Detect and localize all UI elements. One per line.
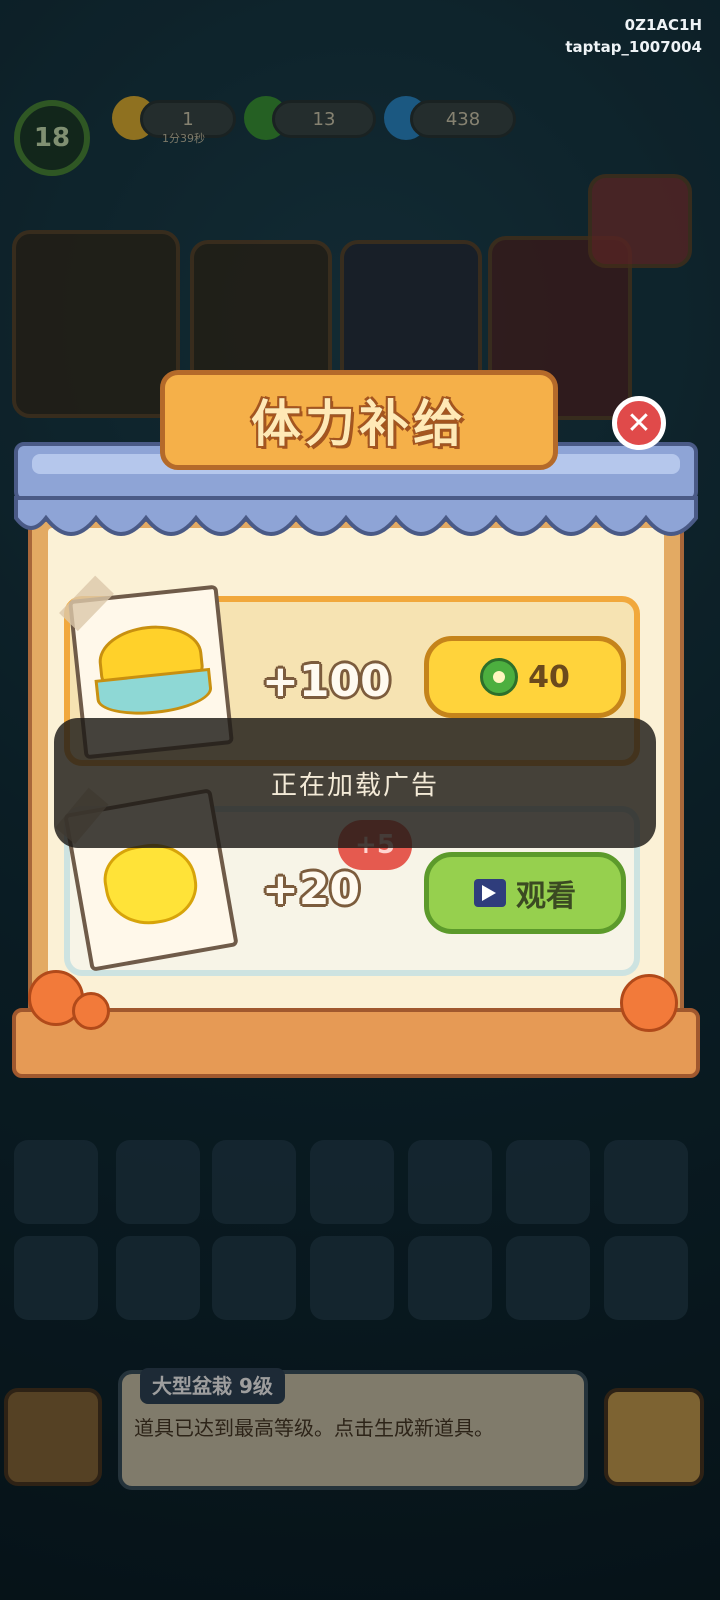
watch-label: 观看	[516, 879, 576, 914]
gold-nugget-icon	[98, 836, 203, 932]
close-icon: ✕	[626, 405, 652, 441]
watermark-line2: taptap_1007004	[565, 38, 702, 56]
toast-text: 正在加载广告	[270, 770, 439, 801]
buy-price: 40	[528, 659, 570, 695]
buy-with-gems-button[interactable]: 40	[424, 636, 626, 718]
watermark: 0Z1AC1H taptap_1007004	[565, 14, 702, 58]
orange-decor-icon	[72, 992, 110, 1030]
video-icon	[474, 879, 506, 907]
gem-icon	[480, 658, 519, 696]
offer-amount: +20	[262, 864, 361, 915]
dialog-title: 体力补给	[251, 395, 467, 453]
close-button[interactable]: ✕	[612, 396, 666, 450]
dialog-title-sign: 体力补给	[160, 370, 558, 470]
watermark-line1: 0Z1AC1H	[624, 16, 702, 34]
offer-amount: +100	[262, 656, 391, 707]
loading-ad-toast: 正在加载广告	[54, 718, 656, 848]
watch-ad-button[interactable]: 观看	[424, 852, 626, 934]
orange-decor-icon	[620, 974, 678, 1032]
shop-counter	[12, 1008, 700, 1078]
